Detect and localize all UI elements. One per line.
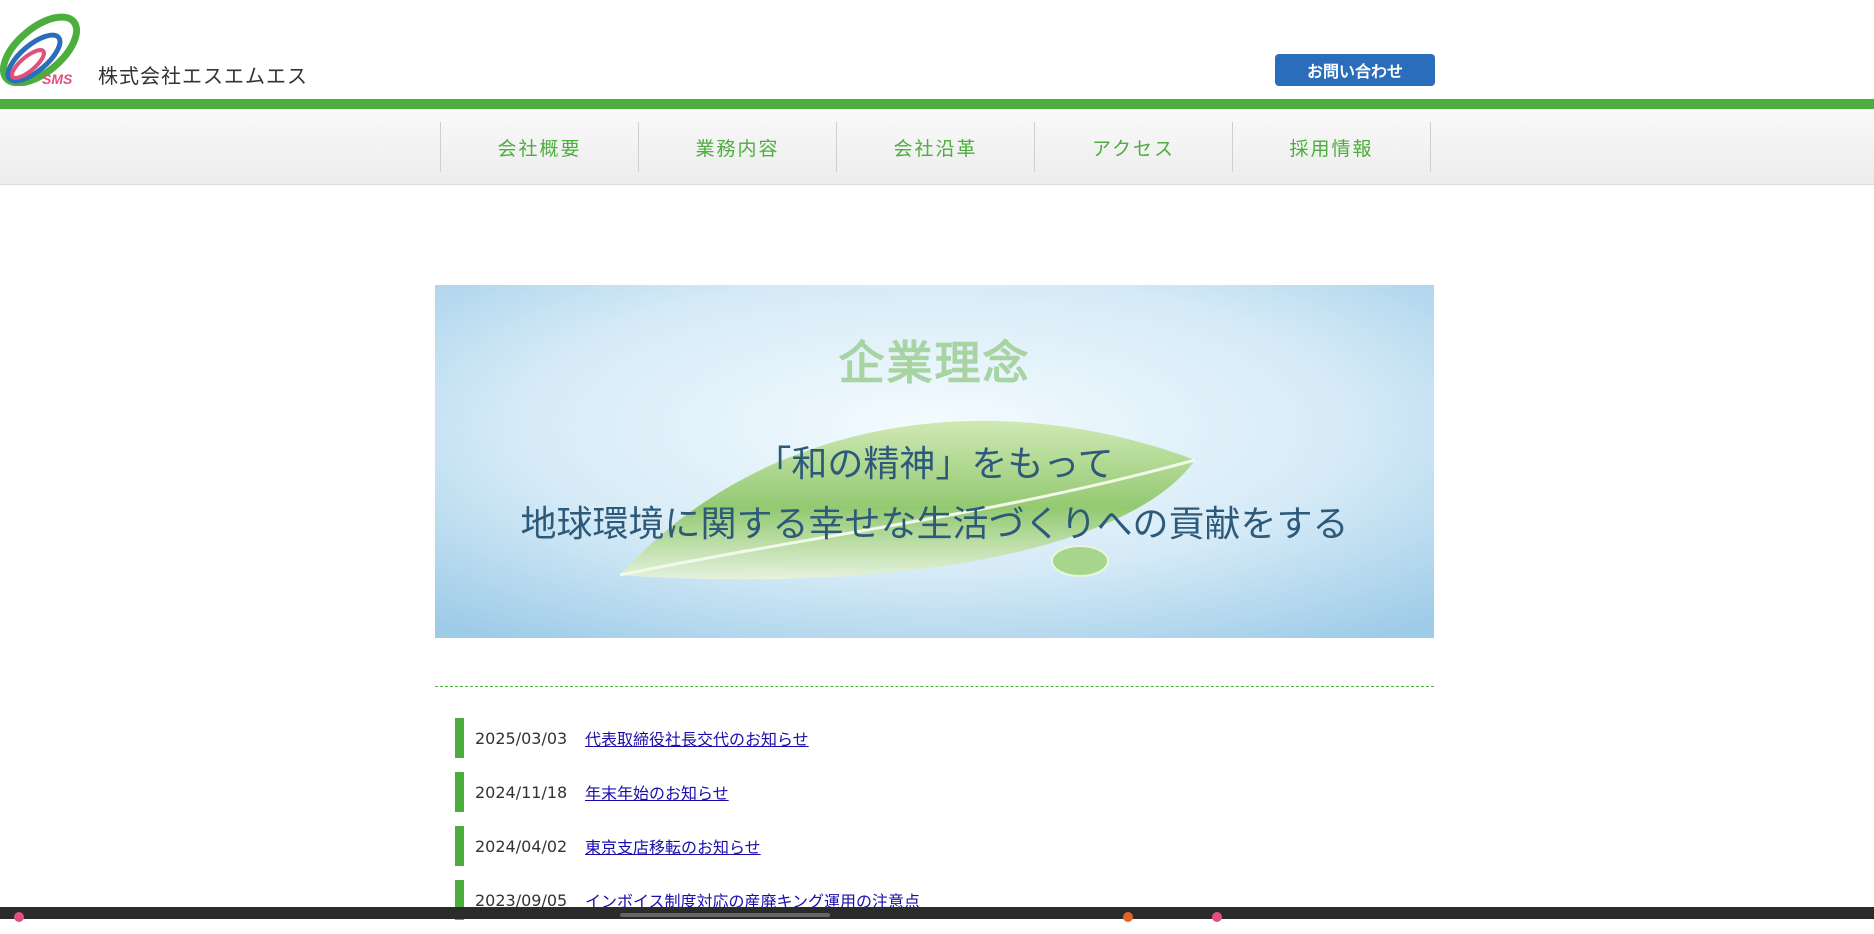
news-list: 2025/03/03 代表取締役社長交代のお知らせ 2024/11/18 年末年… <box>455 718 1415 934</box>
news-item: 2025/03/03 代表取締役社長交代のお知らせ <box>455 718 1415 758</box>
nav-item-access[interactable]: アクセス <box>1035 122 1233 172</box>
philosophy-banner: 企業理念 「和の精神」をもって 地球環境に関する幸せな生活づくりへの貢献をする <box>435 285 1434 638</box>
global-nav: 会社概要 業務内容 会社沿革 アクセス 採用情報 <box>0 109 1874 185</box>
section-divider <box>435 686 1434 687</box>
banner-motto-line2: 地球環境に関する幸せな生活づくりへの貢献をする <box>520 504 1349 545</box>
contact-button[interactable]: お問い合わせ <box>1275 54 1435 86</box>
taskbar-app-icon[interactable] <box>1123 912 1133 922</box>
taskbar-app-icon[interactable] <box>1212 912 1222 922</box>
nav-item-business[interactable]: 業務内容 <box>639 122 837 172</box>
taskbar-search-bar[interactable] <box>620 913 830 917</box>
news-date: 2024/04/02 <box>475 836 568 856</box>
banner-motto-line1: 「和の精神」をもって <box>755 444 1114 485</box>
news-link[interactable]: 代表取締役社長交代のお知らせ <box>585 726 809 750</box>
nav-item-history[interactable]: 会社沿革 <box>837 122 1035 172</box>
os-taskbar <box>0 907 1874 922</box>
site-header: SMS 株式会社エスエムエス お問い合わせ <box>0 0 1874 100</box>
news-date: 2025/03/03 <box>475 728 568 748</box>
company-name: 株式会社エスエムエス <box>98 64 308 88</box>
news-item: 2024/11/18 年末年始のお知らせ <box>455 772 1415 812</box>
nav-item-recruit[interactable]: 採用情報 <box>1233 122 1431 172</box>
header-divider <box>0 99 1874 109</box>
taskbar-app-icon[interactable] <box>14 912 24 922</box>
company-logo[interactable]: SMS <box>0 6 86 87</box>
news-link[interactable]: 年末年始のお知らせ <box>585 780 729 804</box>
banner-title: 企業理念 <box>838 336 1031 390</box>
news-link[interactable]: 東京支店移転のお知らせ <box>585 834 761 858</box>
nav-item-company-overview[interactable]: 会社概要 <box>441 122 639 172</box>
news-date: 2024/11/18 <box>475 782 568 802</box>
logo-text: SMS <box>42 71 73 86</box>
news-item: 2024/04/02 東京支店移転のお知らせ <box>455 826 1415 866</box>
